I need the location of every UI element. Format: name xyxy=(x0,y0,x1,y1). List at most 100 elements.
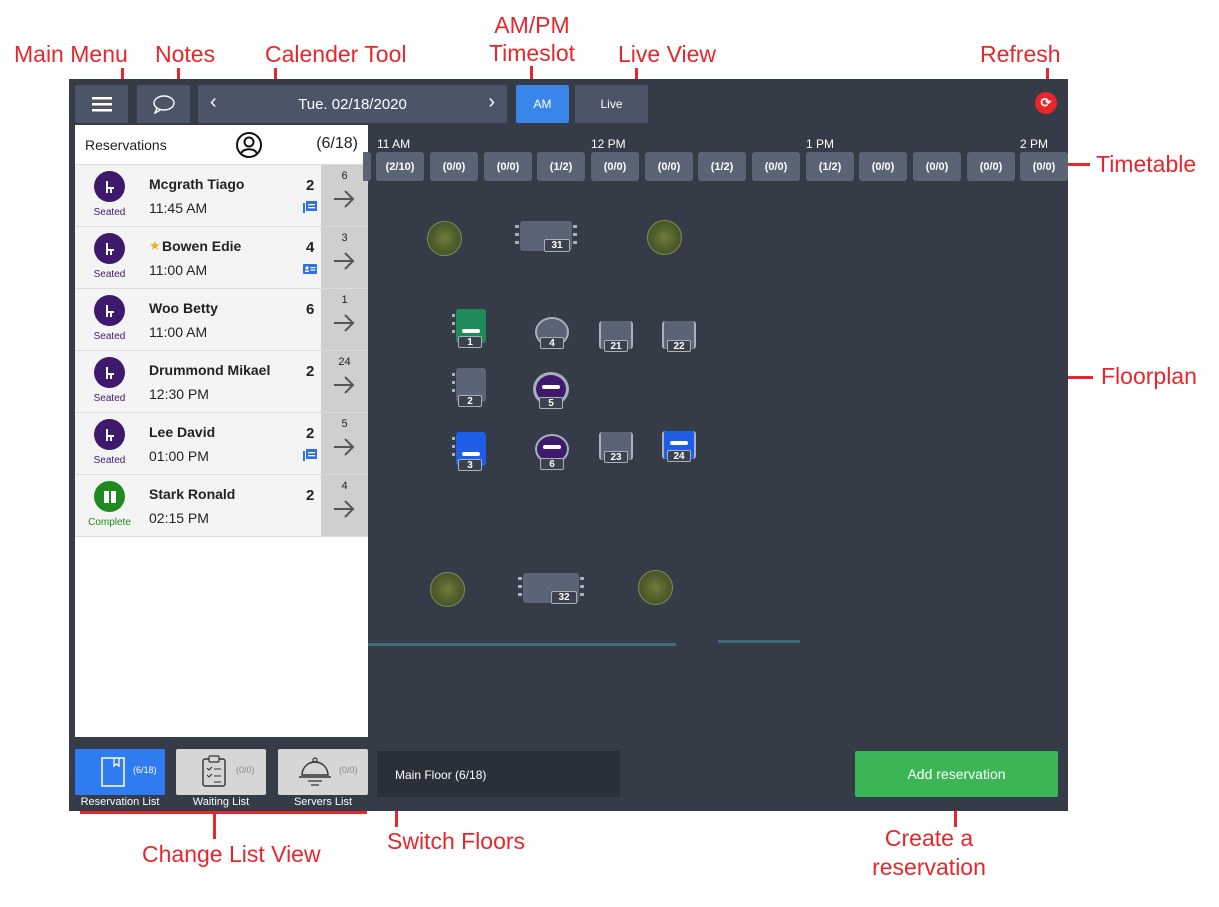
timeslot[interactable]: (0/0) xyxy=(859,152,907,181)
seated-icon xyxy=(94,419,125,450)
seat-arrow-button[interactable]: 5 xyxy=(321,413,368,474)
am-timeslot-button[interactable]: AM xyxy=(516,85,569,123)
reservation-row[interactable]: Seated Lee David 01:00 PM 2 5 xyxy=(75,413,368,475)
refresh-button[interactable]: ⟳ xyxy=(1035,92,1057,114)
floor-switcher[interactable]: Main Floor (6/18) xyxy=(377,751,620,797)
callout-line-list-h xyxy=(80,811,367,814)
timeslot[interactable]: (0/0) xyxy=(591,152,639,181)
guest-name: Drummond Mikael xyxy=(149,362,271,378)
plant-decoration xyxy=(638,570,673,605)
callout-notes: Notes xyxy=(155,41,216,67)
occupied-bar xyxy=(670,441,688,445)
live-view-button[interactable]: Live xyxy=(575,85,648,123)
waiting-list-button[interactable]: (0/0) xyxy=(176,749,266,795)
clipboard-icon xyxy=(202,755,226,787)
timeslot[interactable]: (0/0) xyxy=(1020,152,1068,181)
chair-dots xyxy=(573,225,577,247)
callout-create-line2: reservation xyxy=(872,854,986,880)
timeslot[interactable]: (2/10) xyxy=(376,152,424,181)
reservation-list-button[interactable]: (6/18) xyxy=(75,749,165,795)
reservation-row[interactable]: Seated Mcgrath Tiago 11:45 AM 2 6 xyxy=(75,165,368,227)
callout-floorplan: Floorplan xyxy=(1101,363,1197,389)
complete-icon xyxy=(94,481,125,512)
notes-button[interactable] xyxy=(137,85,190,123)
reservation-row[interactable]: Seated Woo Betty 11:00 AM 6 1 xyxy=(75,289,368,351)
serving-cloche-icon xyxy=(299,757,331,786)
seat-arrow-button[interactable]: 3 xyxy=(321,227,368,288)
chair-dots xyxy=(452,314,455,338)
status-label: Complete xyxy=(88,517,131,528)
table-4[interactable]: 4 xyxy=(531,313,573,351)
table-number: 1 xyxy=(458,336,482,348)
reservation-row[interactable]: Complete Stark Ronald 02:15 PM 2 4 xyxy=(75,475,368,537)
seated-icon xyxy=(94,233,125,264)
reservation-row[interactable]: Seated ★ Bowen Edie 11:00 AM 4 3 xyxy=(75,227,368,289)
table-31[interactable]: 31 xyxy=(515,219,577,253)
callout-create-line1: Create a xyxy=(884,825,974,851)
reservation-list-count: (6/18) xyxy=(133,765,157,775)
guest-name: Woo Betty xyxy=(149,300,218,316)
table-32[interactable]: 32 xyxy=(518,571,584,605)
current-date: Tue. 02/18/2020 xyxy=(298,95,407,113)
timeslot[interactable]: (0/0) xyxy=(484,152,532,181)
callout-timetable: Timetable xyxy=(1096,151,1197,177)
table-1[interactable]: 1 xyxy=(452,309,488,349)
timeslot[interactable]: (0/0) xyxy=(645,152,693,181)
arrow-right-icon xyxy=(334,252,355,270)
table-3[interactable]: 3 xyxy=(452,432,488,472)
table-number: 32 xyxy=(551,591,577,604)
waiting-list-count: (0/0) xyxy=(236,765,255,775)
servers-list-count: (0/0) xyxy=(339,765,358,775)
table-number: 6 xyxy=(540,458,564,470)
table-number: 5 xyxy=(341,418,348,430)
timeslot-stub[interactable] xyxy=(363,152,371,181)
reservation-row[interactable]: Seated Drummond Mikael 12:30 PM 2 24 xyxy=(75,351,368,413)
seated-icon xyxy=(94,357,125,388)
table-24[interactable]: 24 xyxy=(659,431,699,463)
prev-date-button[interactable]: ‹ xyxy=(210,91,217,114)
table-number: 5 xyxy=(539,397,563,409)
reservation-time: 11:45 AM xyxy=(149,200,208,216)
table-21[interactable]: 21 xyxy=(596,321,636,353)
table-number: 24 xyxy=(667,450,691,462)
guest-name: Mcgrath Tiago xyxy=(149,176,245,192)
wall-line xyxy=(368,643,676,646)
refresh-icon: ⟳ xyxy=(1040,95,1052,110)
seat-arrow-button[interactable]: 6 xyxy=(321,165,368,226)
arrow-right-icon xyxy=(334,438,355,456)
arrow-right-icon xyxy=(334,314,355,332)
timeslot[interactable]: (0/0) xyxy=(913,152,961,181)
user-icon[interactable] xyxy=(235,131,263,159)
chair-dots xyxy=(518,577,522,599)
speech-bubble-icon xyxy=(152,95,175,114)
timeslot[interactable]: (1/2) xyxy=(698,152,746,181)
reservation-list-label: Reservation List xyxy=(80,796,160,808)
timeslot[interactable]: (1/2) xyxy=(806,152,854,181)
timeslot[interactable]: (0/0) xyxy=(430,152,478,181)
servers-list-button[interactable]: (0/0) xyxy=(278,749,368,795)
timeslot[interactable]: (1/2) xyxy=(537,152,585,181)
callout-refresh: Refresh xyxy=(980,41,1061,67)
timeslot[interactable]: (0/0) xyxy=(752,152,800,181)
next-date-button[interactable]: › xyxy=(488,91,495,114)
calendar-tool[interactable]: ‹ Tue. 02/18/2020 › xyxy=(198,85,507,123)
id-card-icon xyxy=(303,264,317,274)
party-size: 4 xyxy=(306,239,315,256)
table-22[interactable]: 22 xyxy=(659,321,699,353)
callout-create: Create a reservation xyxy=(866,824,992,882)
table-6[interactable]: 6 xyxy=(531,432,573,472)
add-reservation-button[interactable]: Add reservation xyxy=(855,751,1058,797)
hour-label: 12 PM xyxy=(591,137,626,151)
reservations-title: Reservations xyxy=(85,137,167,153)
table-5[interactable]: 5 xyxy=(530,370,572,410)
reservation-panel-header: Reservations (6/18) xyxy=(75,125,368,165)
hamburger-icon xyxy=(91,97,112,112)
seat-arrow-button[interactable]: 1 xyxy=(321,289,368,350)
table-23[interactable]: 23 xyxy=(596,432,636,464)
timeslot[interactable]: (0/0) xyxy=(967,152,1015,181)
table-2[interactable]: 2 xyxy=(452,368,488,408)
reservation-time: 11:00 AM xyxy=(149,262,208,278)
main-menu-button[interactable] xyxy=(75,85,128,123)
seat-arrow-button[interactable]: 24 xyxy=(321,351,368,412)
seat-arrow-button[interactable]: 4 xyxy=(321,475,368,536)
